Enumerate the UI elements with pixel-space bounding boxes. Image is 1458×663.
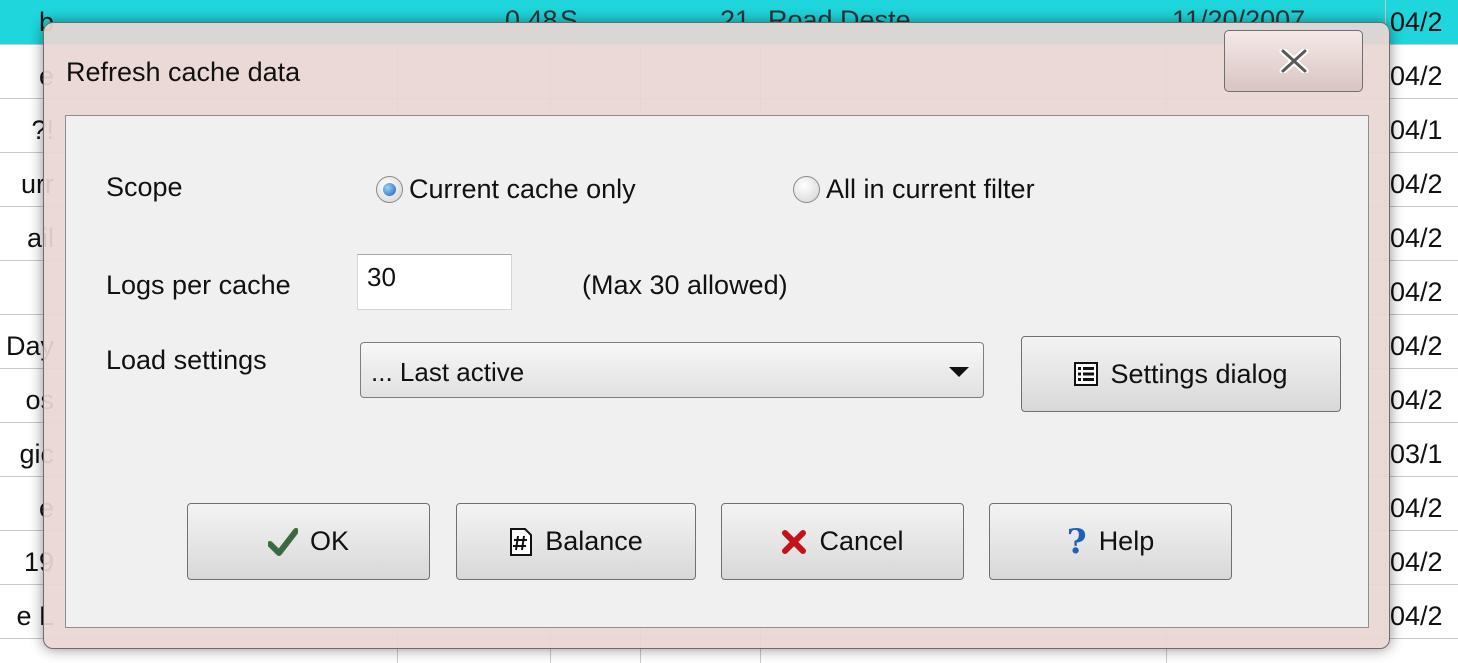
list-cell: 0.48 — [505, 5, 558, 22]
balance-button[interactable]: Balance — [456, 503, 696, 580]
close-icon — [1279, 49, 1309, 73]
list-cell: Road Deste — [768, 5, 911, 22]
radio-circle-checked[interactable] — [376, 176, 403, 203]
list-cell: 04/2 — [1385, 540, 1458, 584]
list-cell: 04/2 — [1385, 594, 1458, 638]
scope-label: Scope — [106, 172, 183, 202]
list-cell: 03/1 — [1385, 432, 1458, 476]
list-cell: 04/2 — [1385, 54, 1458, 98]
logs-per-cache-label: Logs per cache — [106, 270, 291, 300]
list-cell: 04/2 — [1385, 216, 1458, 260]
list-icon — [1074, 362, 1099, 386]
radio-all-in-current-filter[interactable]: All in current filter — [793, 174, 1035, 205]
list-cell: 21 — [720, 5, 751, 22]
list-cell: 04/2 — [1385, 486, 1458, 530]
settings-dialog-button[interactable]: Settings dialog — [1021, 336, 1341, 412]
radio-circle-unchecked[interactable] — [793, 176, 820, 203]
dropdown-value: ... Last active — [371, 357, 525, 387]
dialog-title: Refresh cache data — [66, 57, 301, 87]
button-label: Settings dialog — [1110, 358, 1288, 389]
list-cell: 04/2 — [1385, 162, 1458, 206]
button-label: Cancel — [819, 526, 904, 556]
list-cell: 04/2 — [1385, 0, 1458, 44]
list-cell: 04/2 — [1385, 270, 1458, 314]
hash-document-icon — [509, 527, 533, 556]
button-label: Help — [1098, 526, 1155, 556]
list-cell: S — [560, 5, 579, 22]
radio-label: Current cache only — [409, 174, 636, 204]
close-button[interactable] — [1224, 30, 1363, 92]
load-settings-label: Load settings — [106, 345, 267, 375]
load-settings-dropdown[interactable]: ... Last active — [360, 342, 984, 398]
list-cell: 04/1 — [1385, 108, 1458, 152]
dialog-client-area: Scope Current cache only All in current … — [65, 115, 1369, 628]
list-cell: 04/2 — [1385, 324, 1458, 368]
button-label: OK — [309, 526, 349, 556]
list-cell: 11/20/2007 — [1172, 5, 1306, 22]
max-logs-note: (Max 30 allowed) — [582, 270, 788, 300]
checkmark-icon — [267, 527, 298, 556]
help-button[interactable]: ? Help — [989, 503, 1232, 580]
question-icon: ? — [1066, 521, 1087, 562]
radio-current-cache-only[interactable]: Current cache only — [376, 174, 636, 205]
chevron-down-icon[interactable] — [949, 367, 969, 377]
button-label: Balance — [545, 526, 643, 556]
cancel-button[interactable]: Cancel — [721, 503, 964, 580]
radio-label: All in current filter — [826, 174, 1035, 204]
refresh-cache-dialog: Refresh cache data Scope Current cache o… — [43, 22, 1390, 649]
list-cell: 04/2 — [1385, 378, 1458, 422]
logs-per-cache-input[interactable]: 30 — [357, 254, 512, 310]
x-icon — [781, 529, 807, 555]
ok-button[interactable]: OK — [187, 503, 430, 580]
